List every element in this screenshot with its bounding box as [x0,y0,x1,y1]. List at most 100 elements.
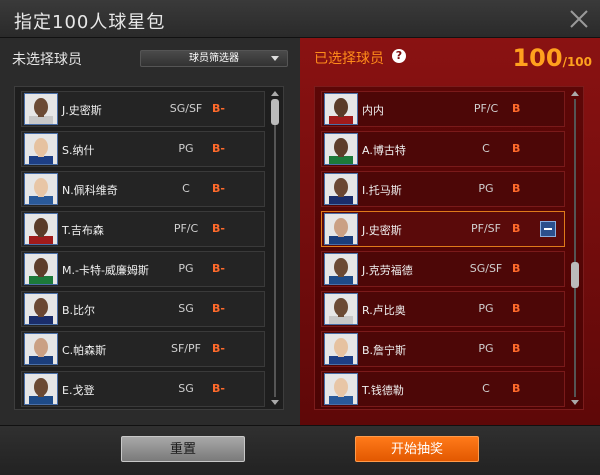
player-avatar [324,173,358,205]
scrollbar[interactable] [271,91,279,405]
player-name: T.钱德勒 [362,384,404,397]
player-avatar [24,213,58,245]
player-name: C.帕森斯 [62,344,107,357]
player-position: PG [178,142,194,155]
scroll-up-icon[interactable] [271,91,279,96]
selected-player-row[interactable]: J.史密斯 PF/SF B [321,211,565,247]
unselected-player-row[interactable]: S.纳什 PG B- [21,131,265,167]
player-rating: B [512,342,521,355]
player-rating: B- [212,222,225,235]
player-name: I.托马斯 [362,184,402,197]
selected-count-total: /100 [562,55,592,69]
remove-icon[interactable] [540,221,556,237]
selected-count: 100/100 [512,44,592,72]
unselected-panel: 未选择球员 球员筛选器 J.史密斯 SG/SF B- S.纳什 PG B- N.佩科维奇 C B… [0,38,300,425]
player-avatar [324,373,358,405]
selected-player-row[interactable]: J.克劳福德 SG/SF B [321,251,565,287]
question-icon[interactable]: ? [392,49,406,63]
unselected-header: 未选择球员 [12,52,82,68]
selected-player-row[interactable]: B.詹宁斯 PG B [321,331,565,367]
player-avatar [24,293,58,325]
player-position: PF/C [473,102,499,115]
player-name: M.-卡特-威廉姆斯 [62,264,149,277]
player-name: S.纳什 [62,144,95,157]
player-position: SG/SF [169,102,203,115]
selected-header: 已选择球员 [314,51,384,67]
selected-player-row[interactable]: I.托马斯 PG B [321,171,565,207]
selected-panel: 已选择球员 ? 100/100 内内 PF/C B A.博古特 C B I.托马斯 PG B J.… [300,38,600,425]
player-rating: B- [212,342,225,355]
unselected-player-row[interactable]: T.吉布森 PF/C B- [21,211,265,247]
player-rating: B [512,142,521,155]
player-avatar [24,333,58,365]
player-name: A.博古特 [362,144,406,157]
player-position: PG [478,342,494,355]
player-avatar [324,293,358,325]
player-name: 内内 [362,104,384,117]
selected-player-row[interactable]: R.卢比奥 PG B [321,291,565,327]
player-position: SG/SF [469,262,503,275]
player-avatar [24,173,58,205]
player-avatar [324,133,358,165]
player-rating: B- [212,302,225,315]
scroll-thumb[interactable] [571,262,579,289]
player-filter-label: 球员筛选器 [189,53,239,64]
player-rating: B- [212,382,225,395]
selected-player-row[interactable]: 内内 PF/C B [321,91,565,127]
player-rating: B- [212,142,225,155]
unselected-player-row[interactable]: B.比尔 SG B- [21,291,265,327]
player-rating: B- [212,262,225,275]
player-name: R.卢比奥 [362,304,406,317]
player-rating: B- [212,102,225,115]
selected-player-row[interactable]: T.钱德勒 C B [321,371,565,407]
reset-button[interactable]: 重置 [121,436,245,462]
title-bar: 指定100人球星包 [0,0,600,38]
player-rating: B [512,262,521,275]
selected-count-value: 100 [512,44,563,72]
scroll-down-icon[interactable] [571,400,579,405]
player-avatar [24,93,58,125]
player-rating: B- [212,182,225,195]
scroll-track[interactable] [574,99,576,397]
player-name: B.詹宁斯 [362,344,407,357]
player-position: PF/SF [471,222,501,235]
scroll-thumb[interactable] [271,99,279,125]
player-position: PF/C [173,222,199,235]
scrollbar[interactable] [571,91,579,405]
player-position: PG [178,262,194,275]
window-title: 指定100人球星包 [14,12,166,33]
player-position: C [182,182,190,195]
player-position: SF/PF [171,342,201,355]
unselected-player-row[interactable]: C.帕森斯 SF/PF B- [21,331,265,367]
unselected-player-row[interactable]: N.佩科维奇 C B- [21,171,265,207]
player-avatar [24,373,58,405]
player-rating: B [512,102,521,115]
player-rating: B [512,302,521,315]
player-rating: B [512,382,521,395]
player-rating: B [512,182,521,195]
scroll-down-icon[interactable] [271,400,279,405]
unselected-player-row[interactable]: E.戈登 SG B- [21,371,265,407]
player-position: PG [478,182,494,195]
scroll-up-icon[interactable] [571,91,579,96]
unselected-player-row[interactable]: J.史密斯 SG/SF B- [21,91,265,127]
player-position: PG [478,302,494,315]
bottom-bar: 重置 开始抽奖 [0,425,600,475]
player-name: N.佩科维奇 [62,184,118,197]
player-name: J.史密斯 [62,104,102,117]
player-avatar [324,333,358,365]
player-avatar [324,253,358,285]
player-filter-dropdown[interactable]: 球员筛选器 [140,50,288,67]
unselected-player-row[interactable]: M.-卡特-威廉姆斯 PG B- [21,251,265,287]
player-name: J.克劳福德 [362,264,413,277]
scroll-track[interactable] [274,99,276,397]
start-draw-button[interactable]: 开始抽奖 [355,436,479,462]
unselected-player-list: J.史密斯 SG/SF B- S.纳什 PG B- N.佩科维奇 C B- T.吉布森 PF/C B-… [14,86,284,410]
player-position: C [482,142,490,155]
player-name: J.史密斯 [362,224,402,237]
close-icon[interactable] [566,6,592,32]
player-avatar [324,93,358,125]
selected-player-row[interactable]: A.博古特 C B [321,131,565,167]
player-name: E.戈登 [62,384,95,397]
selected-player-list: 内内 PF/C B A.博古特 C B I.托马斯 PG B J.史密斯 PF/SF B J.克劳福德 S… [314,86,584,410]
